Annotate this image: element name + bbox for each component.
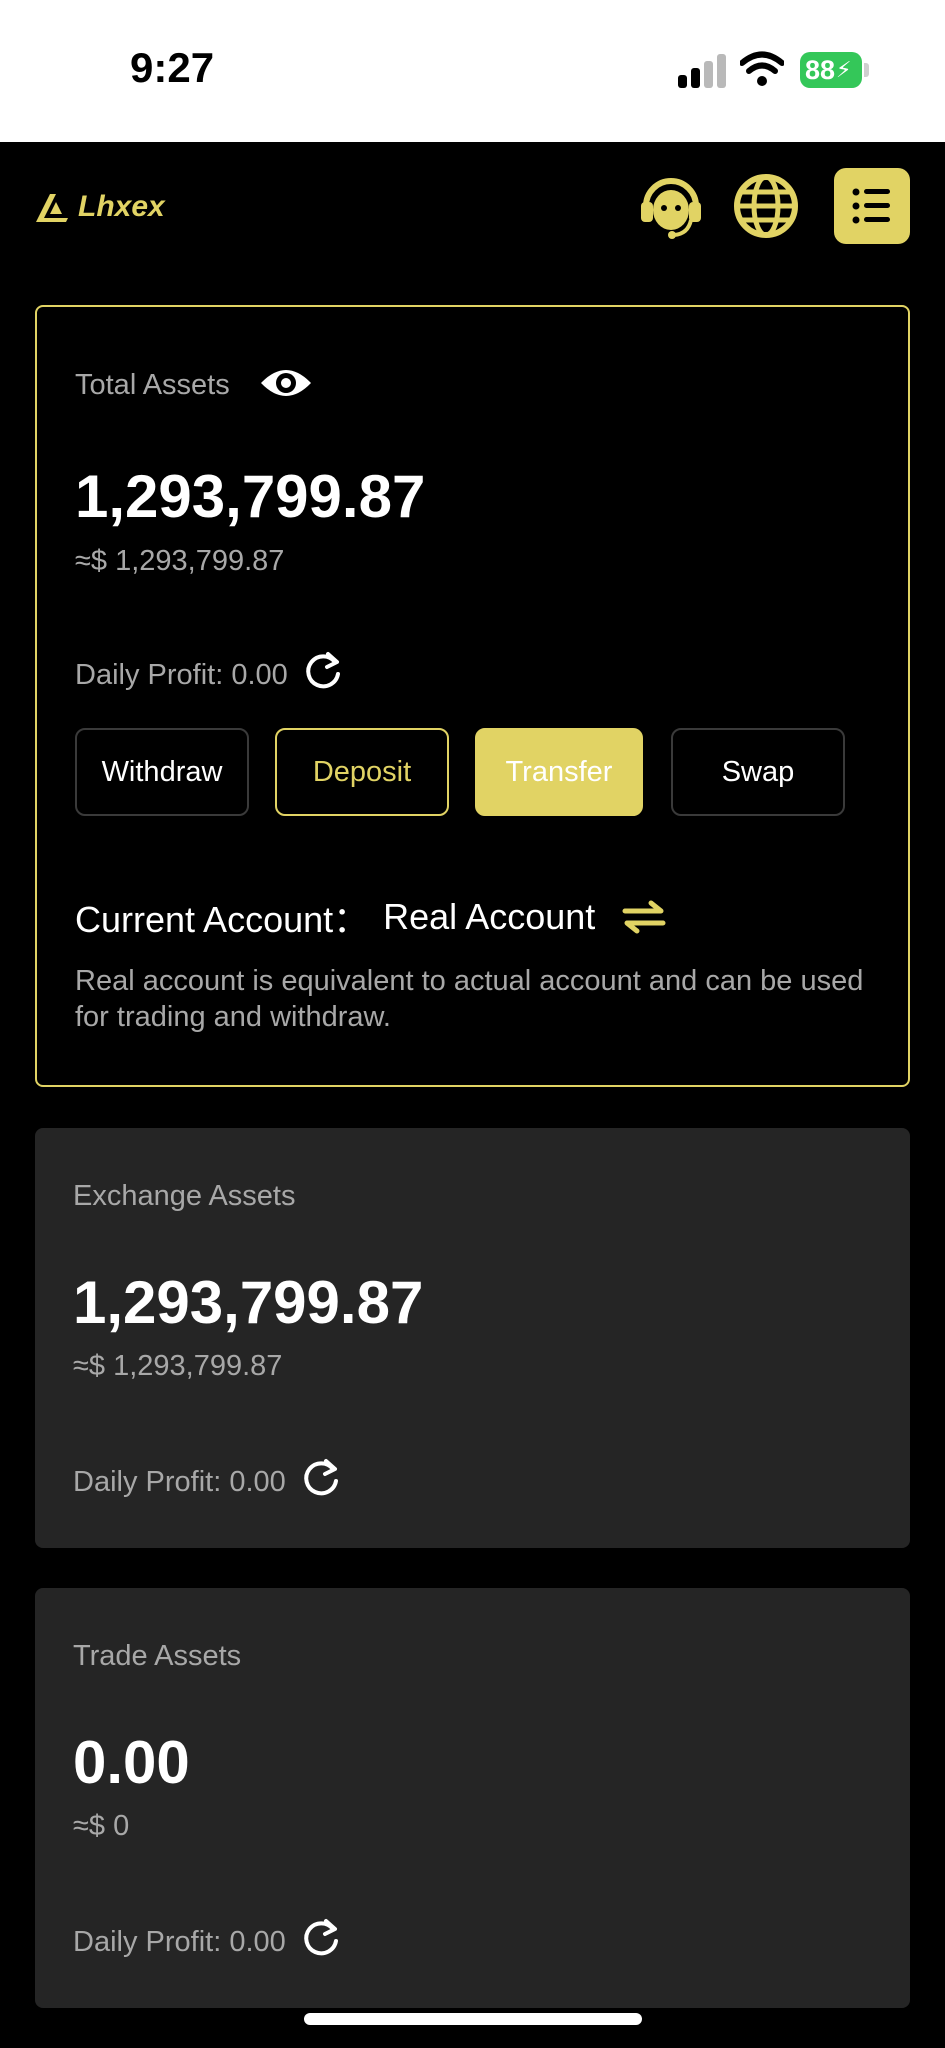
exchange-assets-label: Exchange Assets (73, 1180, 296, 1212)
account-description: Real account is equivalent to actual acc… (75, 965, 864, 1033)
trade-assets-label: Trade Assets (73, 1640, 242, 1672)
withdraw-button[interactable]: Withdraw (75, 728, 249, 816)
cellular-signal-icon (676, 54, 726, 88)
refresh-icon[interactable] (300, 1917, 342, 1959)
daily-profit-row: Daily Profit: 0.00 (73, 1918, 342, 1959)
trade-assets-card[interactable]: Trade Assets 0.00 ≈$ 0 Daily Profit: 0.0… (35, 1588, 910, 2008)
total-assets-usd: ≈$ 1,293,799.87 (75, 545, 285, 577)
total-assets-value: 1,293,799.87 (75, 463, 426, 530)
brand-name: Lhxex (78, 190, 165, 223)
daily-profit-text: Daily Profit: 0.00 (73, 1466, 286, 1498)
customer-support-icon[interactable] (636, 172, 706, 242)
daily-profit-text: Daily Profit: 0.00 (75, 659, 288, 691)
battery-charging-icon: 88 ⚡ (800, 52, 862, 88)
trade-assets-usd: ≈$ 0 (73, 1810, 130, 1842)
total-assets-label: Total Assets (75, 369, 230, 401)
exchange-assets-usd: ≈$ 1,293,799.87 (73, 1350, 283, 1382)
swap-button[interactable]: Swap (671, 728, 845, 816)
logo-icon (36, 194, 68, 222)
menu-button[interactable] (834, 168, 910, 244)
refresh-icon[interactable] (300, 1457, 342, 1499)
total-assets-card: Total Assets 1,293,799.87 ≈$ 1,293,799.8… (35, 305, 910, 1087)
trade-assets-value: 0.00 (73, 1729, 190, 1796)
current-account-value: Real Account (383, 896, 596, 937)
battery-level: 88 (805, 55, 836, 85)
top-navigation: Lhxex (0, 142, 945, 272)
home-indicator[interactable] (304, 2013, 642, 2025)
daily-profit-text: Daily Profit: 0.00 (73, 1926, 286, 1958)
status-time: 9:27 (130, 44, 215, 91)
wifi-icon (740, 51, 784, 86)
battery-tip (864, 63, 869, 77)
exchange-assets-card[interactable]: Exchange Assets 1,293,799.87 ≈$ 1,293,79… (35, 1128, 910, 1548)
switch-account-icon[interactable] (621, 900, 667, 934)
menu-icon (852, 188, 890, 224)
current-account-label: Current Account： (75, 899, 370, 940)
status-bar: 9:27 88 ⚡ (0, 0, 945, 142)
exchange-assets-value: 1,293,799.87 (73, 1269, 424, 1336)
refresh-icon[interactable] (302, 650, 344, 692)
transfer-button[interactable]: Transfer (475, 728, 643, 816)
globe-icon[interactable] (732, 172, 800, 240)
daily-profit-row: Daily Profit: 0.00 (75, 651, 344, 692)
daily-profit-row: Daily Profit: 0.00 (73, 1458, 342, 1499)
current-account-row: Current Account： Real Account (75, 891, 667, 943)
eye-icon[interactable] (259, 365, 313, 401)
deposit-button[interactable]: Deposit (275, 728, 449, 816)
brand-logo[interactable]: Lhxex (34, 190, 165, 224)
